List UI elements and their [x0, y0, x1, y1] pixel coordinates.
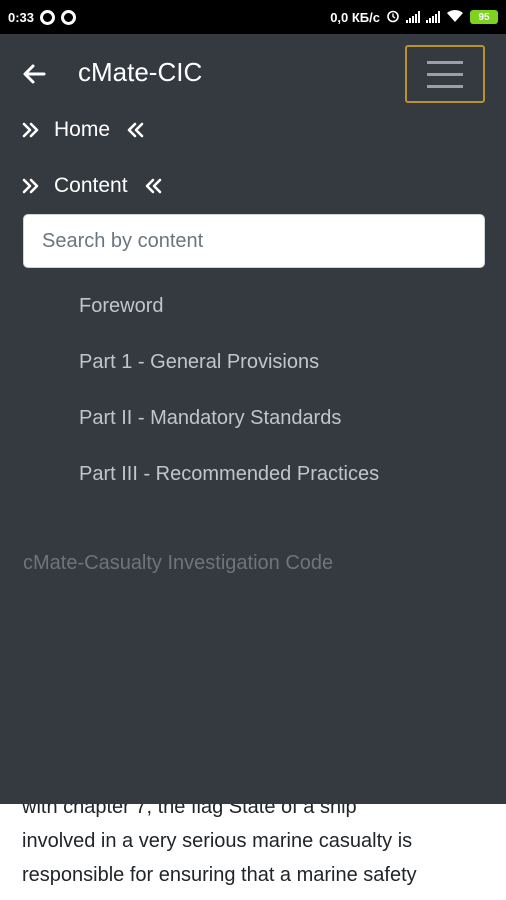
page-body-text: with chapter 7, the flag State of a ship… [22, 790, 492, 900]
nav-content-link[interactable]: Content [22, 170, 162, 202]
content-item-foreword[interactable]: Foreword [79, 278, 379, 334]
hamburger-menu-button[interactable] [405, 45, 485, 103]
arrow-left-icon [23, 64, 46, 84]
network-speed: 0,0 КБ/с [330, 9, 380, 25]
body-line: involved in a very serious marine casual… [22, 830, 413, 852]
drawer-footer-text: cMate-Casualty Investigation Code [23, 552, 334, 574]
content-list: Foreword Part 1 - General Provisions Par… [79, 278, 379, 502]
body-line: investigation is conducted and completed… [22, 892, 492, 900]
nav-content-label: Content [54, 174, 128, 197]
battery-icon: 95 [470, 10, 498, 24]
top-bar: cMate-CIC [0, 34, 506, 114]
status-time: 0:33 [8, 9, 35, 25]
chevrons-right-icon [22, 122, 40, 138]
nav-home-link[interactable]: Home [22, 114, 144, 146]
notification-icon [40, 9, 56, 25]
search-input[interactable] [23, 214, 485, 268]
content-item-part-2[interactable]: Part II - Mandatory Standards [79, 390, 379, 446]
chevrons-left-icon [126, 122, 144, 138]
wifi-icon [446, 9, 464, 26]
nav-home-label: Home [54, 118, 111, 141]
content-item-part-3[interactable]: Part III - Recommended Practices [79, 446, 379, 502]
navigation-drawer: cMate-CIC Home Content Foreword Part 1 -… [0, 34, 506, 804]
signal-icon [426, 11, 440, 23]
content-item-part-1[interactable]: Part 1 - General Provisions [79, 334, 379, 390]
status-bar: 0:33 0,0 КБ/с 95 [0, 0, 506, 34]
body-line: responsible for ensuring that a marine s… [22, 864, 417, 886]
signal-icon [406, 11, 420, 23]
app-title: cMate-CIC [78, 57, 203, 87]
chevrons-right-icon [22, 178, 40, 194]
back-button[interactable] [18, 58, 50, 90]
alarm-icon [386, 9, 400, 26]
chevrons-left-icon [144, 178, 162, 194]
notification-icon [61, 9, 77, 25]
